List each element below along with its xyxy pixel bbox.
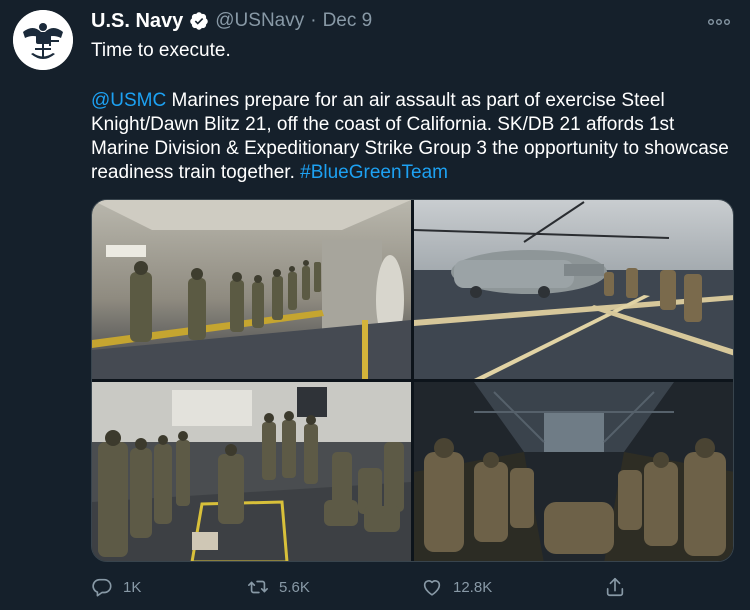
verified-badge-icon: [189, 11, 209, 31]
retweet-count: 5.6K: [279, 578, 310, 596]
display-name[interactable]: U.S. Navy: [91, 10, 183, 33]
navy-emblem-icon[interactable]: [13, 10, 73, 70]
reply-icon: [92, 578, 112, 597]
like-button[interactable]: 12.8K: [421, 573, 492, 601]
media-grid: [91, 199, 734, 562]
tweet: U.S. Navy @USNavy · Dec 9 Time to execut…: [0, 0, 750, 610]
retweet-button[interactable]: 5.6K: [247, 573, 310, 601]
hashtag-link[interactable]: #BlueGreenTeam: [300, 162, 448, 183]
mention-link[interactable]: @USMC: [91, 90, 166, 111]
separator-dot: ·: [310, 10, 317, 31]
reply-button[interactable]: 1K: [91, 573, 141, 601]
tweet-body: @USMC Marines prepare for an air assault…: [91, 89, 731, 185]
photo-aircraft-cabin[interactable]: [414, 382, 733, 561]
share-button[interactable]: [604, 573, 626, 601]
heart-icon: [423, 580, 441, 596]
tweet-first-line: Time to execute.: [91, 40, 231, 61]
photo-marines-briefing[interactable]: [92, 382, 411, 561]
more-options-icon[interactable]: [704, 12, 734, 32]
user-handle[interactable]: @USNavy: [215, 10, 304, 32]
retweet-icon: [248, 580, 268, 594]
photo-marines-corridor[interactable]: [92, 200, 411, 379]
reply-count: 1K: [123, 578, 142, 596]
photo-helicopter-deck[interactable]: [414, 200, 733, 379]
tweet-date[interactable]: Dec 9: [323, 10, 373, 32]
share-icon: [606, 577, 624, 597]
tweet-header: U.S. Navy @USNavy · Dec 9: [91, 8, 372, 34]
like-count: 12.8K: [453, 578, 493, 596]
tweet-actions: 1K 5.6K 12.8K: [91, 573, 731, 601]
